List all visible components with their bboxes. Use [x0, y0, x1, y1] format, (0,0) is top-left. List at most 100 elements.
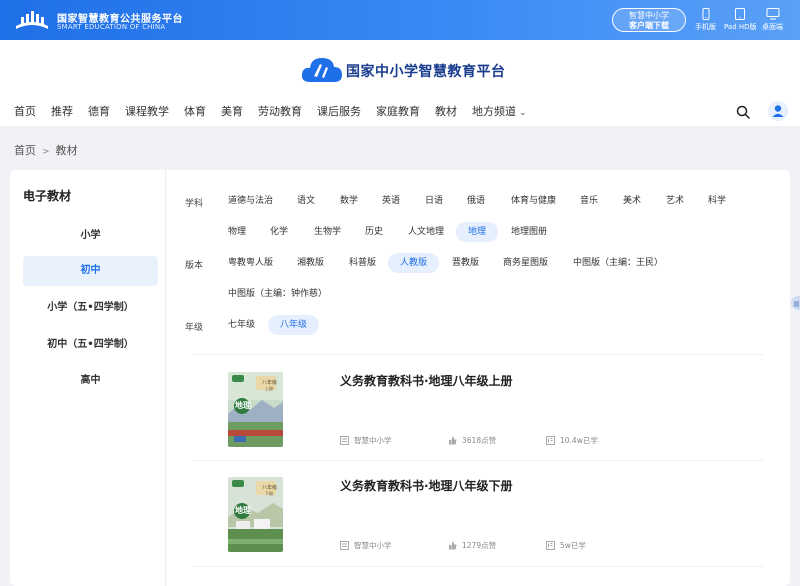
- sidebar-item-primary[interactable]: 小学: [23, 221, 158, 251]
- device-phone[interactable]: 手机版: [695, 8, 716, 32]
- chip-subject[interactable]: 化学: [262, 222, 296, 242]
- thumbs-up-icon: [449, 436, 457, 445]
- study-icon: [546, 541, 555, 550]
- chip-subject[interactable]: 科学: [700, 191, 734, 211]
- book-publisher-label: 智慧中小学: [354, 436, 392, 445]
- nav-item-textbooks[interactable]: 教材: [435, 103, 457, 121]
- filter-label-grade: 年级: [185, 323, 204, 333]
- platform-logo-icon[interactable]: [14, 8, 50, 32]
- desktop-icon: [766, 8, 779, 20]
- book-title[interactable]: 义务教育教科书·地理八年级上册: [340, 372, 513, 389]
- download-line2: 客户端下载: [629, 21, 669, 30]
- sidebar-item-senior[interactable]: 高中: [23, 366, 158, 396]
- thumbs-up-icon: [449, 541, 457, 550]
- book-learners-count: 5w已学: [560, 541, 586, 550]
- chip-edition[interactable]: 湘教版: [289, 253, 332, 273]
- cover-grade: 八年级: [262, 485, 278, 491]
- brand-title: 国家中小学智慧教育平台: [346, 64, 506, 80]
- platform-subtitle: SMART EDUCATION OF CHINA: [57, 23, 166, 31]
- nav-item-home[interactable]: 首页: [14, 103, 36, 121]
- device-pad[interactable]: Pad HD版: [724, 8, 757, 32]
- textbook-panel: 电子教材 小学 初中 小学（五•四学制） 初中（五•四学制） 高中 学科 道德与…: [10, 170, 790, 586]
- book-learners-count: 10.4w已学: [560, 436, 598, 445]
- phone-icon: [702, 8, 709, 20]
- chip-grade[interactable]: 七年级: [220, 315, 263, 335]
- chip-edition[interactable]: 科普版: [341, 253, 384, 273]
- chip-subject[interactable]: 美术: [615, 191, 649, 211]
- nav-item-moral[interactable]: 德育: [88, 103, 110, 121]
- book-publisher: 智慧中小学: [340, 540, 392, 551]
- side-float-tab[interactable]: [791, 296, 800, 310]
- breadcrumb-home[interactable]: 首页: [14, 144, 36, 157]
- chip-subject[interactable]: 俄语: [459, 191, 493, 211]
- tablet-icon: [735, 8, 746, 20]
- client-download-button[interactable]: 智慧中小学 客户端下载: [612, 8, 686, 32]
- chip-subject[interactable]: 艺术: [658, 191, 692, 211]
- chip-subject[interactable]: 英语: [374, 191, 408, 211]
- book-publisher: 智慧中小学: [340, 435, 392, 446]
- top-bar: 国家智慧教育公共服务平台 SMART EDUCATION OF CHINA 智慧…: [0, 0, 800, 40]
- nav-item-local[interactable]: 地方频道 ⌄: [472, 103, 527, 121]
- chip-edition[interactable]: 中图版（主编：王民）: [565, 253, 671, 273]
- chip-subject[interactable]: 语文: [289, 191, 323, 211]
- chip-subject[interactable]: 人文地理: [400, 222, 452, 242]
- sidebar-item-junior[interactable]: 初中: [23, 256, 158, 286]
- chip-edition[interactable]: 商务星图版: [495, 253, 556, 273]
- device-desktop[interactable]: 桌面端: [762, 8, 783, 32]
- book-list-item[interactable]: 地理 八年级 上册 义务教育教科书·地理八年级上册 智慧中小学 3618点赞 1…: [192, 356, 764, 460]
- chip-subject[interactable]: 道德与法治: [220, 191, 281, 211]
- main-nav: 首页 推荐 德育 课程教学 体育 美育 劳动教育 课后服务 家庭教育 教材 地方…: [10, 103, 538, 121]
- chevron-down-icon: ⌄: [519, 108, 527, 118]
- main-header: 国家中小学智慧教育平台 首页 推荐 德育 课程教学 体育 美育 劳动教育 课后服…: [0, 40, 800, 126]
- nav-item-recommend[interactable]: 推荐: [51, 103, 73, 121]
- device-desktop-label: 桌面端: [762, 23, 783, 31]
- nav-item-after-school[interactable]: 课后服务: [317, 103, 361, 121]
- nav-item-pe[interactable]: 体育: [184, 103, 206, 121]
- book-learners: 5w已学: [546, 540, 586, 551]
- search-icon[interactable]: [736, 105, 750, 119]
- nav-item-family[interactable]: 家庭教育: [376, 103, 420, 121]
- chip-grade-active[interactable]: 八年级: [268, 315, 319, 335]
- cover-subject: 地理: [235, 401, 251, 410]
- nav-item-arts[interactable]: 美育: [221, 103, 243, 121]
- book-list-item[interactable]: 地理 八年级 下册 义务教育教科书·地理八年级下册 智慧中小学 1279点赞 5…: [192, 461, 764, 565]
- book-publisher-label: 智慧中小学: [354, 541, 392, 550]
- chip-subject[interactable]: 体育与健康: [503, 191, 564, 211]
- cloud-logo-icon: [301, 58, 342, 82]
- chip-edition[interactable]: 粤教粤人版: [220, 253, 281, 273]
- nav-item-courses[interactable]: 课程教学: [125, 103, 169, 121]
- chip-edition[interactable]: 中图版（主编：钟作慈）: [220, 284, 335, 304]
- book-likes-count: 1279点赞: [462, 541, 497, 550]
- book-likes: 1279点赞: [448, 540, 496, 551]
- chip-subject[interactable]: 日语: [417, 191, 451, 211]
- publisher-icon: [340, 541, 349, 550]
- nav-item-labor[interactable]: 劳动教育: [258, 103, 302, 121]
- sidebar-item-primary-54[interactable]: 小学（五•四学制）: [23, 293, 158, 323]
- menu-icon: [794, 301, 799, 307]
- chip-subject[interactable]: 音乐: [572, 191, 606, 211]
- filter-label-subject: 学科: [185, 199, 204, 209]
- breadcrumb: 首页 > 教材: [14, 142, 78, 158]
- chip-subject[interactable]: 物理: [220, 222, 254, 242]
- list-divider: [192, 354, 764, 355]
- publisher-icon: [340, 436, 349, 445]
- cover-term: 下册: [265, 491, 273, 496]
- sidebar-item-junior-54[interactable]: 初中（五•四学制）: [23, 330, 158, 360]
- breadcrumb-current: 教材: [55, 144, 78, 157]
- chip-subject[interactable]: 地理图册: [503, 222, 555, 242]
- chip-subject[interactable]: 生物学: [306, 222, 349, 242]
- chip-subject[interactable]: 历史: [357, 222, 391, 242]
- chip-edition[interactable]: 晋教版: [444, 253, 487, 273]
- breadcrumb-separator: >: [42, 147, 50, 157]
- chip-subject-active[interactable]: 地理: [456, 222, 498, 242]
- user-icon: [772, 105, 784, 117]
- book-title[interactable]: 义务教育教科书·地理八年级下册: [340, 477, 513, 494]
- book-likes: 3618点赞: [448, 435, 496, 446]
- cover-grade: 八年级: [262, 380, 278, 386]
- cover-term: 上册: [265, 386, 273, 391]
- avatar[interactable]: [768, 101, 788, 121]
- list-divider: [192, 566, 764, 567]
- chip-edition-active[interactable]: 人教版: [388, 253, 439, 273]
- chip-subject[interactable]: 数学: [332, 191, 366, 211]
- nav-item-local-label: 地方频道: [472, 105, 516, 118]
